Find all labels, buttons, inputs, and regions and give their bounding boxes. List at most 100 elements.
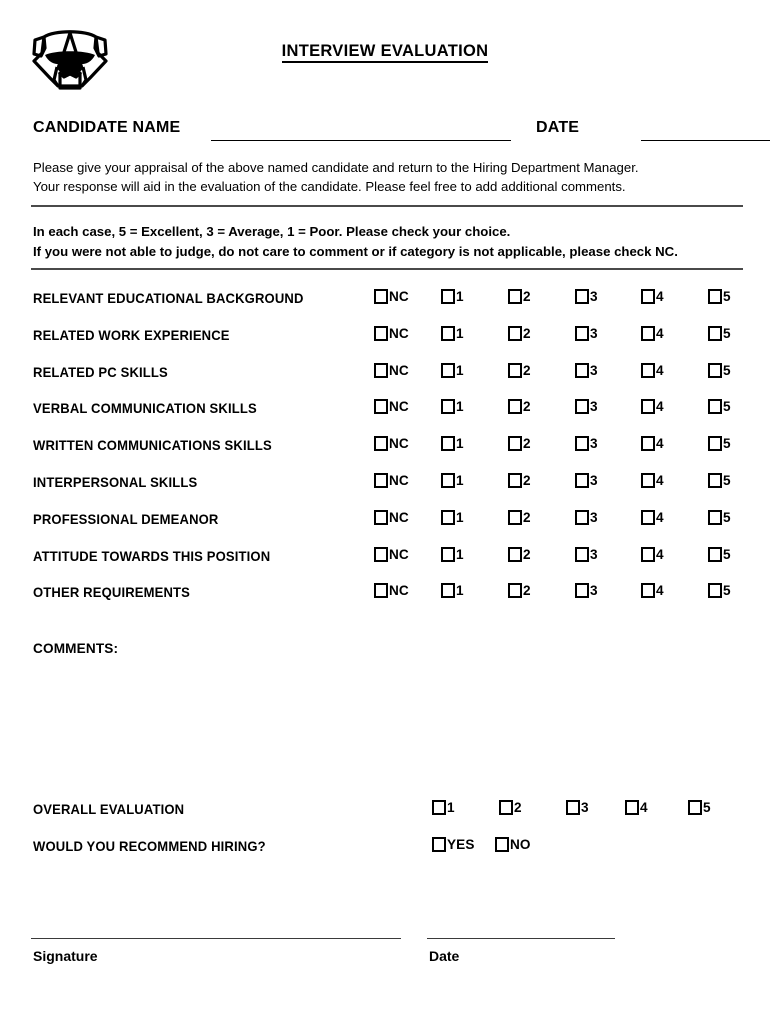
criteria-option-4[interactable]: 4 [641, 362, 664, 378]
checkbox-icon[interactable] [441, 362, 455, 378]
criteria-option-2[interactable]: 2 [508, 546, 531, 562]
criteria-option-1[interactable]: 1 [441, 509, 464, 525]
criteria-option-1[interactable]: 1 [441, 399, 464, 415]
criteria-option-nc[interactable]: NC [374, 325, 409, 341]
criteria-option-2[interactable]: 2 [508, 436, 531, 452]
checkbox-icon[interactable] [441, 399, 455, 415]
checkbox-icon[interactable] [374, 583, 388, 599]
criteria-option-2[interactable]: 2 [508, 509, 531, 525]
criteria-option-4[interactable]: 4 [641, 399, 664, 415]
criteria-option-5[interactable]: 5 [708, 546, 731, 562]
checkbox-icon[interactable] [508, 289, 522, 304]
candidate-name-field[interactable] [211, 140, 511, 141]
criteria-option-5[interactable]: 5 [708, 436, 731, 452]
criteria-option-5[interactable]: 5 [708, 472, 731, 488]
checkbox-icon[interactable] [374, 509, 388, 525]
overall-option-5[interactable]: 5 [688, 800, 711, 815]
checkbox-icon[interactable] [508, 362, 522, 378]
checkbox-icon[interactable] [641, 399, 655, 415]
checkbox-icon[interactable] [641, 472, 655, 488]
criteria-option-1[interactable]: 1 [441, 362, 464, 378]
checkbox-icon[interactable] [575, 399, 589, 415]
criteria-option-5[interactable]: 5 [708, 509, 731, 525]
checkbox-icon[interactable] [708, 399, 722, 415]
criteria-option-nc[interactable]: NC [374, 472, 409, 488]
criteria-option-5[interactable]: 5 [708, 289, 731, 304]
checkbox-icon[interactable] [441, 436, 455, 452]
checkbox-icon[interactable] [432, 800, 446, 815]
checkbox-icon[interactable] [708, 436, 722, 452]
checkbox-icon[interactable] [708, 546, 722, 562]
criteria-option-3[interactable]: 3 [575, 362, 598, 378]
criteria-option-1[interactable]: 1 [441, 583, 464, 599]
checkbox-icon[interactable] [708, 509, 722, 525]
checkbox-icon[interactable] [441, 325, 455, 341]
criteria-option-5[interactable]: 5 [708, 325, 731, 341]
criteria-option-2[interactable]: 2 [508, 289, 531, 304]
checkbox-icon[interactable] [688, 800, 702, 815]
criteria-option-nc[interactable]: NC [374, 289, 409, 304]
criteria-option-2[interactable]: 2 [508, 362, 531, 378]
checkbox-icon[interactable] [508, 436, 522, 452]
criteria-option-nc[interactable]: NC [374, 436, 409, 452]
criteria-option-4[interactable]: 4 [641, 509, 664, 525]
criteria-option-5[interactable]: 5 [708, 362, 731, 378]
criteria-option-nc[interactable]: NC [374, 546, 409, 562]
checkbox-icon[interactable] [625, 800, 639, 815]
criteria-option-2[interactable]: 2 [508, 472, 531, 488]
criteria-option-2[interactable]: 2 [508, 325, 531, 341]
criteria-option-1[interactable]: 1 [441, 436, 464, 452]
criteria-option-1[interactable]: 1 [441, 289, 464, 304]
checkbox-icon[interactable] [374, 289, 388, 304]
checkbox-icon[interactable] [508, 399, 522, 415]
checkbox-icon[interactable] [508, 509, 522, 525]
recommend-option-yes[interactable]: YES [432, 836, 475, 852]
criteria-option-2[interactable]: 2 [508, 583, 531, 599]
checkbox-icon[interactable] [641, 289, 655, 304]
checkbox-icon[interactable] [641, 546, 655, 562]
criteria-option-2[interactable]: 2 [508, 399, 531, 415]
checkbox-icon[interactable] [641, 509, 655, 525]
checkbox-icon[interactable] [508, 325, 522, 341]
criteria-option-4[interactable]: 4 [641, 325, 664, 341]
criteria-option-4[interactable]: 4 [641, 546, 664, 562]
overall-option-1[interactable]: 1 [432, 800, 455, 815]
criteria-option-5[interactable]: 5 [708, 399, 731, 415]
recommend-option-no[interactable]: NO [495, 836, 531, 852]
checkbox-icon[interactable] [708, 325, 722, 341]
checkbox-icon[interactable] [575, 509, 589, 525]
checkbox-icon[interactable] [708, 289, 722, 304]
criteria-option-nc[interactable]: NC [374, 399, 409, 415]
criteria-option-3[interactable]: 3 [575, 509, 598, 525]
criteria-option-3[interactable]: 3 [575, 436, 598, 452]
checkbox-icon[interactable] [499, 800, 513, 815]
signature-field[interactable] [31, 938, 401, 939]
checkbox-icon[interactable] [641, 325, 655, 341]
checkbox-icon[interactable] [708, 472, 722, 488]
criteria-option-3[interactable]: 3 [575, 399, 598, 415]
checkbox-icon[interactable] [575, 546, 589, 562]
checkbox-icon[interactable] [641, 583, 655, 599]
signature-date-field[interactable] [427, 938, 615, 939]
checkbox-icon[interactable] [641, 362, 655, 378]
criteria-option-3[interactable]: 3 [575, 583, 598, 599]
criteria-option-4[interactable]: 4 [641, 289, 664, 304]
criteria-option-nc[interactable]: NC [374, 509, 409, 525]
criteria-option-3[interactable]: 3 [575, 289, 598, 304]
checkbox-icon[interactable] [432, 836, 446, 852]
checkbox-icon[interactable] [374, 399, 388, 415]
checkbox-icon[interactable] [374, 472, 388, 488]
criteria-option-3[interactable]: 3 [575, 472, 598, 488]
checkbox-icon[interactable] [508, 546, 522, 562]
checkbox-icon[interactable] [508, 472, 522, 488]
criteria-option-1[interactable]: 1 [441, 472, 464, 488]
checkbox-icon[interactable] [575, 472, 589, 488]
overall-option-2[interactable]: 2 [499, 800, 522, 815]
checkbox-icon[interactable] [495, 836, 509, 852]
date-field[interactable] [641, 140, 770, 141]
checkbox-icon[interactable] [575, 583, 589, 599]
criteria-option-3[interactable]: 3 [575, 325, 598, 341]
checkbox-icon[interactable] [441, 472, 455, 488]
criteria-option-nc[interactable]: NC [374, 583, 409, 599]
checkbox-icon[interactable] [641, 436, 655, 452]
